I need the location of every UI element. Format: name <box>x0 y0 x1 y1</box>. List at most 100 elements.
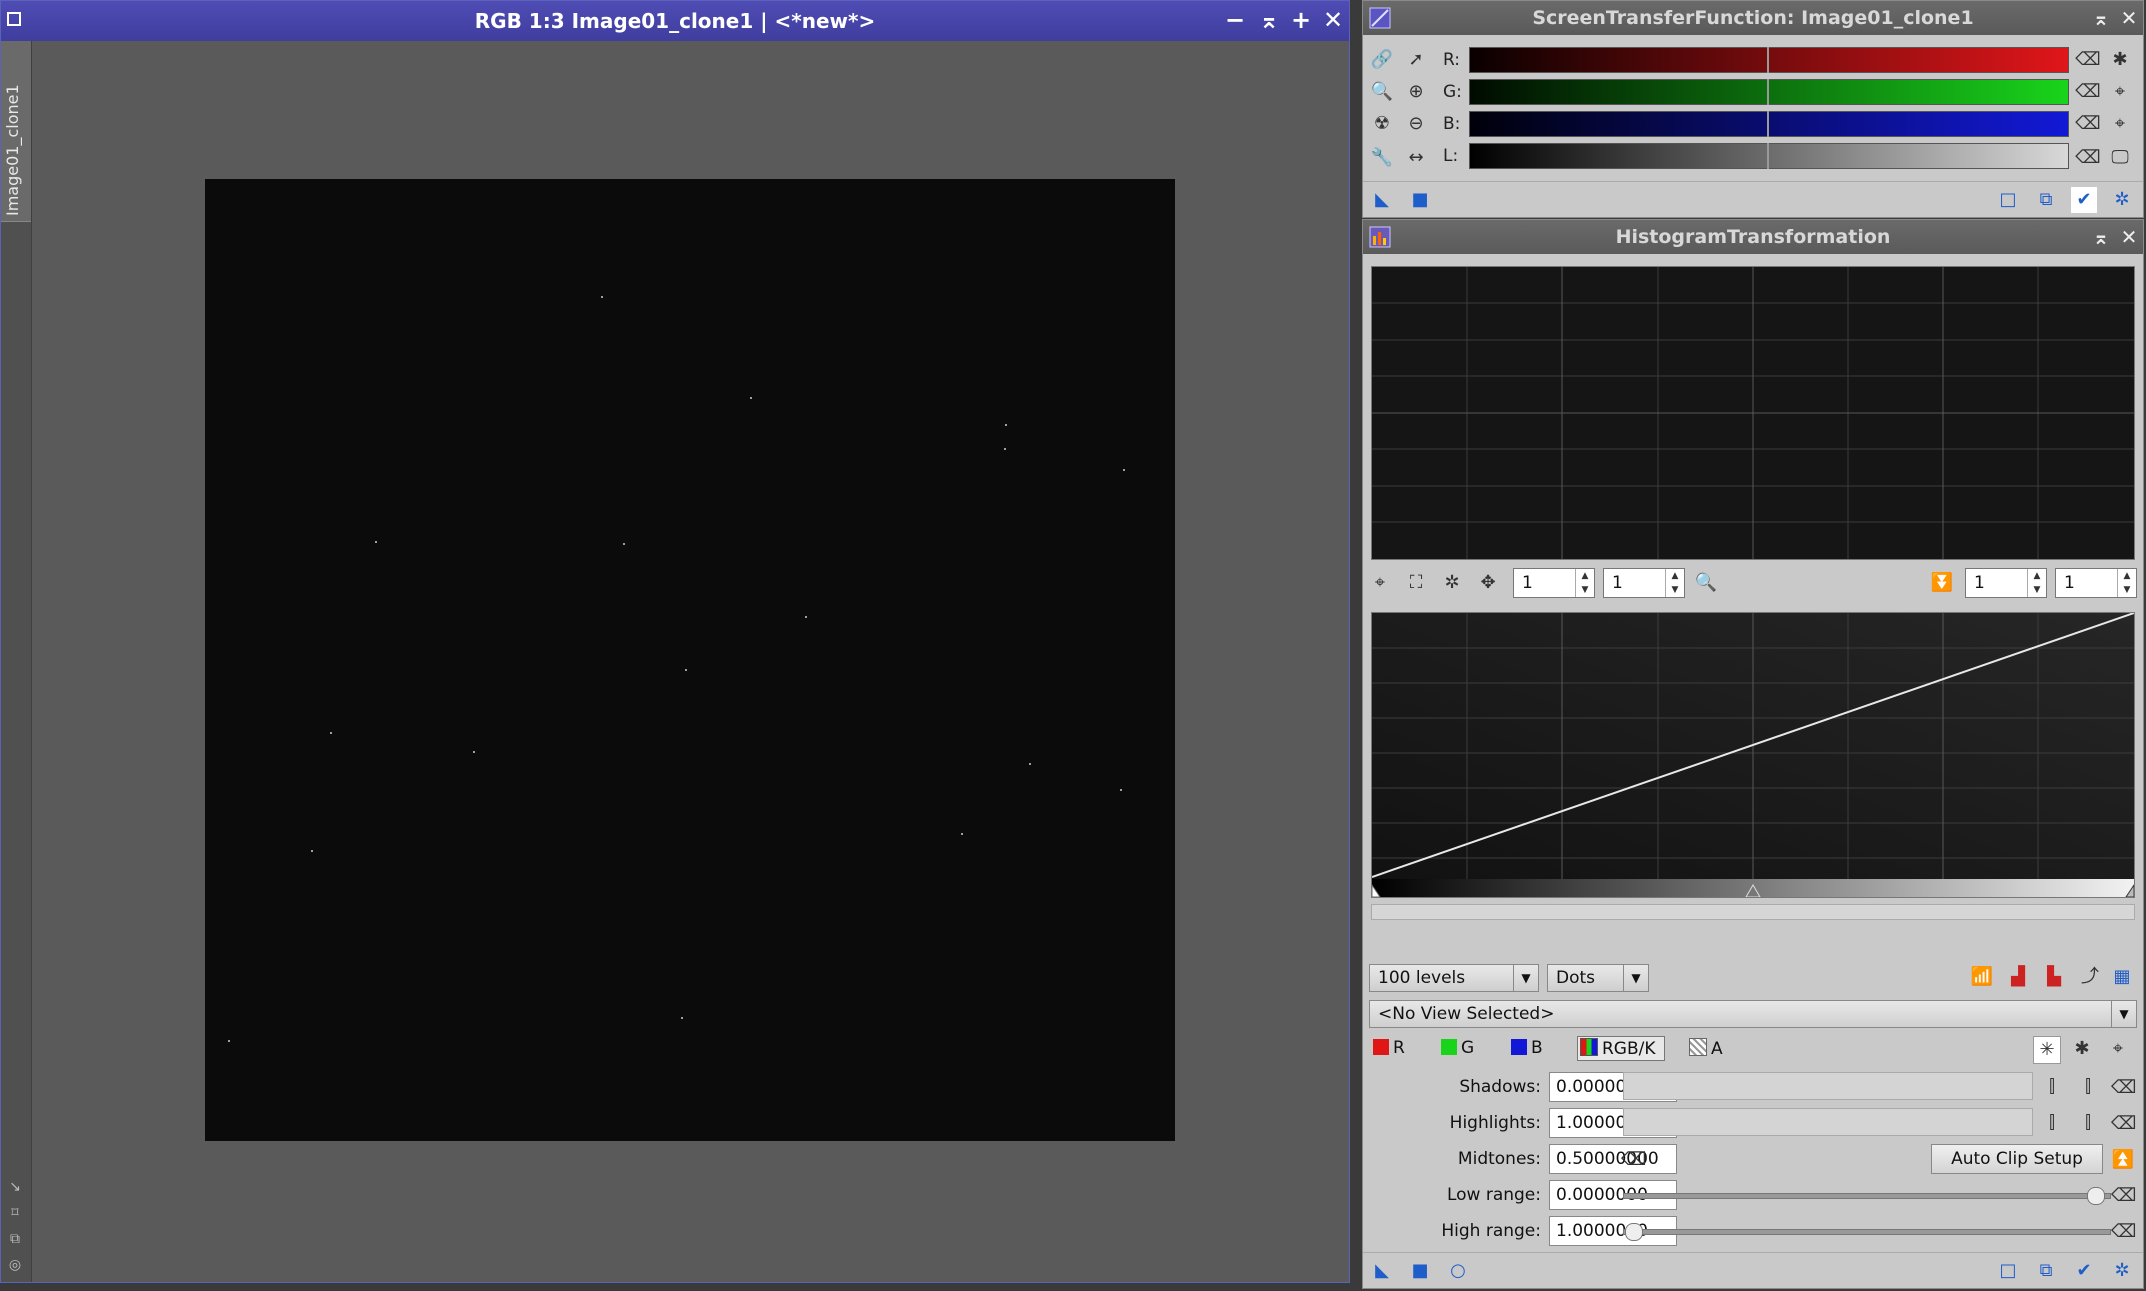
curve-icon[interactable]: ⤴ <box>2077 964 2103 990</box>
midtones-marker[interactable] <box>1767 79 1769 105</box>
shade-icon[interactable]: ⌅ <box>2087 220 2115 254</box>
crosshair-icon[interactable]: ⌖ <box>2107 111 2133 137</box>
close-icon[interactable]: ✕ <box>2115 220 2143 254</box>
histogram-icon[interactable]: ⫿ <box>2039 1074 2065 1100</box>
maximize-icon[interactable]: + <box>1287 5 1315 35</box>
edit-mode-icon[interactable]: ⌖ <box>1367 570 1393 596</box>
close-icon[interactable]: ✕ <box>1319 5 1347 35</box>
crosshair-icon[interactable]: ⌖ <box>2105 1036 2131 1062</box>
preview-icon[interactable]: ⧉ <box>2033 187 2059 213</box>
pan-icon[interactable]: ✥ <box>1475 570 1501 596</box>
histogram-icon[interactable]: ⫿ <box>2075 1074 2101 1100</box>
grid-icon[interactable]: ▦ <box>2109 964 2135 990</box>
levels-select[interactable]: 100 levels ▼ <box>1369 964 1539 992</box>
reset-icon[interactable]: ⌫ <box>2075 47 2101 73</box>
reset-icon[interactable]: ⌫ <box>2111 1112 2136 1136</box>
channel-a-toggle[interactable]: A <box>1689 1038 1723 1059</box>
channel-r-toggle[interactable]: R <box>1373 1038 1405 1058</box>
stf-slider-l[interactable] <box>1469 143 2069 169</box>
midtones-input[interactable]: 0.50000000 <box>1549 1144 1677 1174</box>
channel-label: B: <box>1443 114 1461 134</box>
pin-icon[interactable]: ↘ <box>7 1179 23 1195</box>
midtones-marker[interactable] <box>1767 47 1769 73</box>
channel-rgbk-toggle[interactable]: RGB/K <box>1577 1036 1665 1061</box>
gear-icon[interactable]: ✱ <box>2069 1036 2095 1062</box>
midtones-marker[interactable] <box>1767 143 1769 169</box>
minimize-icon[interactable]: − <box>1221 5 1249 35</box>
stf-slider-g[interactable] <box>1469 79 2069 105</box>
readout-icon[interactable]: ✳ <box>2033 1036 2061 1064</box>
stf-slider-r[interactable] <box>1469 47 2069 73</box>
documentation-icon[interactable]: □ <box>1995 187 2021 213</box>
chevron-up-icon[interactable]: ⏫ <box>2111 1148 2135 1172</box>
spinner-arrows-icon[interactable]: ▲ ▼ <box>1665 569 1684 597</box>
log-scale-icon[interactable]: 📶 <box>1969 964 1995 990</box>
stf-titlebar[interactable]: ScreenTransferFunction: Image01_clone1 ⌅… <box>1363 1 2143 35</box>
documentation-icon[interactable]: □ <box>1995 1258 2021 1284</box>
target-icon[interactable]: ◎ <box>7 1257 23 1273</box>
vertical-zoom-spinner[interactable]: 1 ▲ ▼ <box>1603 568 1685 598</box>
reset-icon[interactable]: ⌫ <box>2111 1184 2136 1208</box>
stf-slider-b[interactable] <box>1469 111 2069 137</box>
reset-all-icon[interactable]: ✲ <box>2109 187 2135 213</box>
channel-b-toggle[interactable]: B <box>1511 1038 1543 1058</box>
high-range-handle[interactable] <box>1625 1223 1643 1241</box>
auto-clip-setup-button[interactable]: Auto Clip Setup <box>1931 1144 2103 1174</box>
monitor-icon[interactable]: 🖵 <box>2107 145 2133 171</box>
preview-icon[interactable]: ⧉ <box>2033 1258 2059 1284</box>
view-select[interactable]: <No View Selected> ▼ <box>1369 1000 2137 1028</box>
rgb-histogram-icon[interactable]: ▙ <box>2041 964 2067 990</box>
horizontal-zoom-spinner[interactable]: 1 ▲ ▼ <box>1513 568 1595 598</box>
reset-icon[interactable]: ⌫ <box>2075 145 2101 171</box>
astro-image[interactable] <box>205 179 1175 1141</box>
view-tab[interactable]: Image01_clone1 <box>1 41 31 222</box>
reset-icon[interactable]: ⌫ <box>2111 1220 2136 1244</box>
close-icon[interactable]: ✕ <box>2115 1 2143 35</box>
histogram-icon[interactable]: ⫿ <box>2039 1110 2065 1136</box>
chevrons-down-icon[interactable]: ⏬ <box>1929 570 1955 596</box>
channel-g-toggle[interactable]: G <box>1441 1038 1474 1058</box>
low-range-slider[interactable] <box>1623 1193 2111 1199</box>
input-histogram[interactable] <box>1371 266 2135 560</box>
zoom-fit-icon[interactable]: ⛶ <box>1403 570 1429 596</box>
reset-icon[interactable]: ⌫ <box>2111 1076 2136 1100</box>
output-vertical-zoom-spinner[interactable]: 1 ▲ ▼ <box>2055 568 2137 598</box>
rejected-histogram-icon[interactable]: ▟ <box>2005 964 2031 990</box>
new-instance-icon[interactable]: ◣ <box>1369 187 1395 213</box>
clone-icon[interactable]: ⧉ <box>7 1231 23 1247</box>
spinner-arrows-icon[interactable]: ▲ ▼ <box>2117 569 2136 597</box>
reset-icon[interactable]: ⌫ <box>1621 1148 1646 1172</box>
shade-icon[interactable]: ⌅ <box>1255 5 1283 35</box>
spinner-arrows-icon[interactable]: ▲ ▼ <box>1575 569 1594 597</box>
apply-global-icon[interactable]: ■ <box>1407 187 1433 213</box>
reset-icon[interactable]: ⌫ <box>2075 111 2101 137</box>
graph-style-select[interactable]: Dots ▼ <box>1547 964 1649 992</box>
low-range-handle[interactable] <box>2087 1187 2105 1205</box>
spinner-arrows-icon[interactable]: ▲ ▼ <box>2027 569 2046 597</box>
image-window-titlebar[interactable]: RGB 1:3 Image01_clone1 | <*new*> − ⌅ + ✕ <box>1 1 1349 41</box>
real-time-preview-icon[interactable]: ○ <box>1445 1258 1471 1284</box>
histogram-scroll-strip[interactable] <box>1371 904 2135 920</box>
new-instance-icon[interactable]: ◣ <box>1369 1258 1395 1284</box>
apply-global-icon[interactable]: ■ <box>1407 1258 1433 1284</box>
shade-icon[interactable]: ⌅ <box>2087 1 2115 35</box>
histogram-icon[interactable]: ⫿ <box>2075 1110 2101 1136</box>
apply-icon[interactable]: ✔ <box>2071 1258 2097 1284</box>
reset-all-icon[interactable]: ✲ <box>2109 1258 2135 1284</box>
image-viewport[interactable] <box>32 41 1349 1282</box>
fit-icon[interactable]: ⌑ <box>7 1205 23 1221</box>
midtones-marker[interactable] <box>1767 111 1769 137</box>
high-range-slider[interactable] <box>1623 1229 2111 1235</box>
apply-icon[interactable]: ✔ <box>2071 187 2097 213</box>
ht-titlebar[interactable]: HistogramTransformation ⌅ ✕ <box>1363 220 2143 254</box>
crosshair-icon[interactable]: ⌖ <box>2107 79 2133 105</box>
shadows-bar[interactable] <box>1623 1072 2033 1100</box>
reset-icon[interactable]: ⌫ <box>2075 79 2101 105</box>
gear-icon[interactable]: ✱ <box>2107 47 2133 73</box>
zoom-icon[interactable]: 🔍 <box>1693 570 1719 596</box>
highlights-bar[interactable] <box>1623 1108 2033 1136</box>
output-horizontal-zoom-spinner[interactable]: 1 ▲ ▼ <box>1965 568 2047 598</box>
crosshair-icon[interactable] <box>2135 1036 2143 1062</box>
output-histogram[interactable] <box>1371 612 2135 898</box>
zoom-reset-icon[interactable]: ✲ <box>1439 570 1465 596</box>
